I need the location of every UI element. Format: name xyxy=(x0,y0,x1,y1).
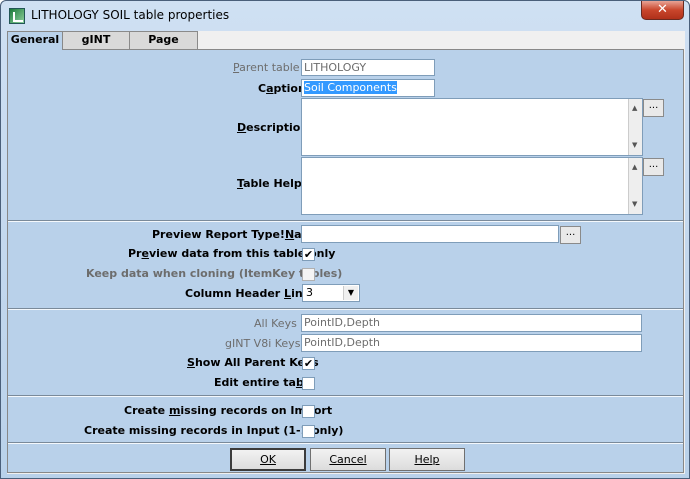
description-label: Description xyxy=(237,121,309,134)
show-parent-keys-label: Show All Parent Keys xyxy=(187,356,319,369)
header-lines-value: 3 xyxy=(306,286,313,299)
separator xyxy=(8,308,683,310)
table-help-label: Table Help xyxy=(237,177,302,190)
tab-strip: General gINT Rules Page Setup xyxy=(7,31,685,62)
parent-table-field[interactable]: LITHOLOGY xyxy=(301,59,435,76)
preview-type-field[interactable] xyxy=(301,225,559,243)
edit-table-label: Edit entire table xyxy=(214,376,315,389)
scroll-down-icon[interactable]: ▼ xyxy=(632,138,637,153)
keep-data-checkbox[interactable] xyxy=(302,268,315,281)
description-field[interactable]: ▲ ▼ xyxy=(301,98,643,156)
caption-label: Caption xyxy=(258,82,306,95)
caption-selected-text: Soil Components xyxy=(304,81,397,94)
app-icon xyxy=(9,8,25,24)
header-lines-label: Column Header Lines xyxy=(185,287,317,300)
cancel-button[interactable]: Cancel xyxy=(310,448,386,471)
dialog-window: LITHOLOGY SOIL table properties ✕ Genera… xyxy=(0,0,690,479)
separator xyxy=(8,442,683,444)
parent-table-label: Parent table xyxy=(233,61,300,74)
v8i-keys-label: gINT V8i Keys xyxy=(225,337,301,350)
title-bar[interactable]: LITHOLOGY SOIL table properties ✕ xyxy=(1,1,689,31)
general-panel: Parent table LITHOLOGY Caption Soil Comp… xyxy=(7,49,684,473)
separator xyxy=(8,395,683,397)
chevron-down-icon[interactable]: ▼ xyxy=(343,286,358,300)
help-button[interactable]: Help xyxy=(389,448,465,471)
preview-type-label: Preview Report Type!Name xyxy=(152,228,321,241)
all-keys-label: All Keys xyxy=(254,317,297,330)
edit-table-checkbox[interactable] xyxy=(302,377,315,390)
table-help-browse-button[interactable]: ... xyxy=(643,158,664,176)
preview-only-checkbox[interactable]: ✔ xyxy=(302,248,315,261)
missing-import-label: Create missing records on Import xyxy=(124,404,333,417)
ok-button-label: OK xyxy=(260,453,276,466)
all-keys-field[interactable]: PointID,Depth xyxy=(301,314,642,332)
tab-general[interactable]: General xyxy=(7,31,63,50)
header-lines-select[interactable]: 3 ▼ xyxy=(302,284,360,302)
scroll-down-icon[interactable]: ▼ xyxy=(632,197,637,212)
cancel-button-label: Cancel xyxy=(329,453,367,466)
close-button[interactable]: ✕ xyxy=(641,1,684,20)
show-parent-keys-checkbox[interactable]: ✔ xyxy=(302,357,315,370)
window-title: LITHOLOGY SOIL table properties xyxy=(31,8,230,22)
description-scrollbar[interactable]: ▲ ▼ xyxy=(628,99,642,155)
separator xyxy=(8,220,683,222)
caption-field[interactable]: Soil Components xyxy=(301,79,435,97)
table-help-scrollbar[interactable]: ▲ ▼ xyxy=(628,158,642,214)
v8i-keys-field[interactable]: PointID,Depth xyxy=(301,334,642,352)
scroll-up-icon[interactable]: ▲ xyxy=(632,101,637,116)
help-button-label: Help xyxy=(414,453,440,466)
tab-page-setup[interactable]: Page Setup xyxy=(129,31,198,62)
dialog-client: General gINT Rules Page Setup Parent tab… xyxy=(7,31,685,474)
scroll-up-icon[interactable]: ▲ xyxy=(632,160,637,175)
ok-button[interactable]: OK xyxy=(230,448,306,471)
preview-type-browse-button[interactable]: ... xyxy=(560,226,581,244)
tab-gint-rules[interactable]: gINT Rules xyxy=(62,31,130,62)
missing-import-checkbox[interactable] xyxy=(302,405,315,418)
table-help-field[interactable]: ▲ ▼ xyxy=(301,157,643,215)
description-browse-button[interactable]: ... xyxy=(643,99,664,117)
missing-input-checkbox[interactable] xyxy=(302,425,315,438)
